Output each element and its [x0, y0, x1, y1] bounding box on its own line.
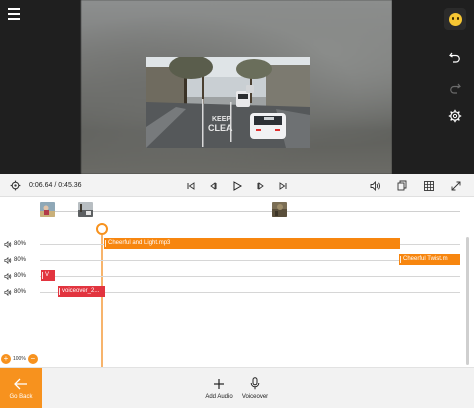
current-time: 0:06.64	[29, 182, 53, 189]
emoji-icon	[448, 12, 462, 26]
fullscreen-button[interactable]	[448, 174, 464, 197]
track-volume-value: 80%	[14, 273, 27, 279]
thumbnail-image	[272, 202, 287, 217]
grid-button[interactable]	[421, 174, 437, 197]
time-separator: /	[54, 182, 57, 189]
skip-end-button[interactable]	[276, 174, 290, 197]
voiceover-track: 80% voiceover_2...	[0, 285, 474, 299]
frame-forward-button[interactable]	[254, 174, 268, 197]
video-track-line	[40, 211, 460, 212]
zoom-out-button[interactable]: −	[27, 354, 38, 364]
voiceover-clip[interactable]: V	[41, 270, 55, 281]
emoji-button[interactable]	[444, 8, 466, 30]
grid-icon	[424, 180, 434, 191]
skip-end-icon	[279, 181, 287, 190]
skip-start-button[interactable]	[184, 174, 198, 197]
audio-clip[interactable]: Cheerful Twist.m	[399, 254, 460, 265]
timeline-scrollbar[interactable]	[466, 237, 469, 365]
plus-icon	[214, 378, 224, 389]
audio-clip[interactable]: Cheerful and Light.mp3	[104, 238, 400, 249]
volume-icon	[4, 256, 12, 264]
bottom-bar: Go Back Add Audio Voiceover	[0, 367, 474, 408]
undo-icon	[449, 52, 460, 63]
clip-label: Cheerful and Light.mp3	[108, 240, 171, 246]
svg-text:CLEA: CLEA	[208, 123, 233, 133]
frame-back-button[interactable]	[206, 174, 220, 197]
video-thumbnail[interactable]	[40, 202, 55, 217]
volume-icon	[370, 180, 380, 191]
play-button[interactable]	[229, 174, 245, 197]
settings-button[interactable]	[443, 104, 467, 128]
track-volume[interactable]: 80%	[4, 238, 26, 250]
add-audio-label: Add Audio	[205, 393, 233, 400]
track-volume-value: 80%	[14, 241, 27, 247]
arrow-left-icon	[14, 378, 27, 389]
video-thumbnail[interactable]	[78, 202, 93, 217]
timeline: 80% Cheerful and Light.mp3 80% Cheerful …	[0, 197, 474, 367]
street-scene-image: KEEP CLEA	[146, 57, 310, 148]
frame-forward-icon	[257, 181, 264, 190]
video-frame[interactable]: KEEP CLEA	[146, 57, 310, 148]
thumbnail-image	[40, 202, 55, 217]
voiceover-label: Voiceover	[241, 394, 269, 400]
audio-track: 80% Cheerful and Light.mp3	[0, 237, 474, 251]
settings-icon	[10, 180, 20, 191]
track-volume-value: 80%	[14, 257, 27, 263]
go-back-button[interactable]: Go Back	[0, 368, 42, 408]
volume-icon	[4, 240, 12, 248]
clip-label: voiceover_2...	[62, 288, 100, 294]
playback-time: 0:06.64 / 0:45.36	[29, 174, 82, 197]
svg-text:KEEP: KEEP	[212, 116, 231, 123]
left-rail	[0, 0, 81, 174]
volume-button[interactable]	[367, 174, 383, 197]
zoom-in-button[interactable]: +	[1, 354, 11, 364]
gear-icon	[448, 109, 462, 123]
zoom-control: + 100% −	[1, 353, 38, 365]
track-volume[interactable]: 80%	[4, 270, 26, 282]
total-time: 0:45.36	[58, 182, 82, 189]
volume-icon	[4, 288, 12, 296]
voiceover-clip[interactable]: voiceover_2...	[58, 286, 105, 297]
player-settings-button[interactable]	[6, 174, 24, 197]
track-volume-value: 80%	[14, 289, 27, 295]
video-thumbnail[interactable]	[272, 202, 287, 217]
clip-label: V	[45, 272, 50, 278]
fullscreen-icon	[451, 181, 461, 190]
voiceover-button[interactable]: Voiceover	[238, 370, 272, 407]
microphone-icon	[250, 377, 260, 390]
hamburger-icon[interactable]	[2, 2, 26, 26]
video-preview-area: KEEP CLEA	[0, 0, 474, 174]
track-volume[interactable]: 80%	[4, 286, 26, 298]
redo-icon	[450, 83, 461, 94]
copy-icon	[397, 180, 407, 191]
skip-start-icon	[187, 181, 195, 190]
playhead-handle[interactable]	[96, 223, 108, 235]
frame-back-icon	[210, 181, 217, 190]
redo-button[interactable]	[443, 76, 467, 100]
track-volume[interactable]: 80%	[4, 254, 26, 266]
audio-track: 80% Cheerful Twist.m	[0, 253, 474, 267]
zoom-level: 100%	[13, 356, 26, 362]
player-toolbar: 0:06.64 / 0:45.36	[0, 174, 474, 197]
go-back-label: Go Back	[9, 393, 33, 400]
undo-button[interactable]	[443, 45, 467, 69]
play-icon	[233, 180, 242, 191]
thumbnail-image	[78, 202, 93, 217]
volume-icon	[4, 272, 12, 280]
add-audio-button[interactable]: Add Audio	[202, 370, 236, 407]
copy-button[interactable]	[394, 174, 410, 197]
clip-label: Cheerful Twist.m	[403, 256, 448, 262]
voiceover-track: 80% V	[0, 269, 474, 283]
